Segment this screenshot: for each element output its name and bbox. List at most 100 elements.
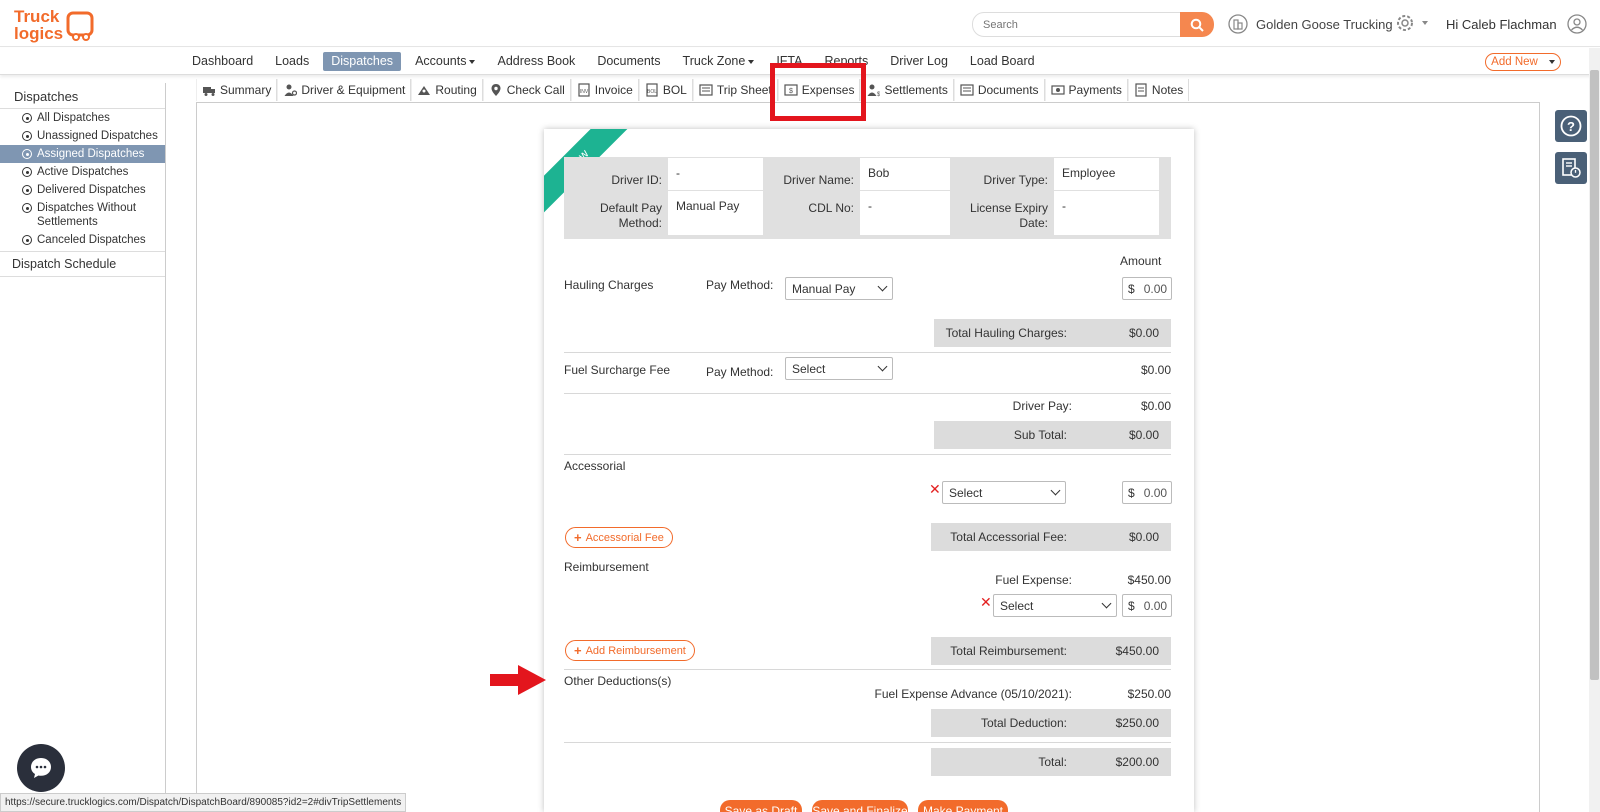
add-new-label: Add New (1491, 56, 1538, 68)
documents-icon (960, 84, 974, 96)
remove-icon[interactable]: ✕ (980, 594, 992, 611)
add-new-button[interactable]: Add New (1485, 53, 1561, 71)
add-accessorial-fee-button[interactable]: + Accessorial Fee (565, 527, 673, 548)
nav-item-address-book[interactable]: Address Book (489, 52, 583, 71)
tab-label: BOL (662, 83, 687, 97)
currency-symbol: $ (1128, 281, 1135, 296)
fuel-surcharge-pay-method-select[interactable]: Select (785, 357, 893, 380)
sidebar-item-dispatch-schedule[interactable]: Dispatch Schedule (0, 251, 165, 277)
tab-routing[interactable]: Routing (411, 79, 483, 101)
tab-summary[interactable]: Summary (196, 79, 278, 101)
building-icon (1228, 14, 1248, 34)
save-as-draft-button[interactable]: Save as Draft (720, 800, 802, 812)
fuel-expense-value: $450.00 (1127, 573, 1171, 587)
nav-item-truck-zone[interactable]: Truck Zone (675, 52, 763, 71)
map-pin-icon (491, 84, 501, 96)
accessorial-select[interactable]: Select (942, 481, 1066, 504)
reimbursement-select[interactable]: Select (993, 594, 1117, 617)
report-button[interactable] (1555, 152, 1587, 184)
nav-item-label: Address Book (497, 54, 576, 68)
tab-check-call[interactable]: Check Call (482, 79, 571, 101)
sidebar-item-label: Delivered Dispatches (37, 184, 146, 196)
tab-settlements[interactable]: $ Settlements (860, 79, 954, 101)
divider (564, 393, 1171, 394)
nav-item-dashboard[interactable]: Dashboard (184, 52, 261, 71)
tab-driver-equipment[interactable]: Driver & Equipment (277, 79, 412, 101)
fuel-expense-label: Fuel Expense: (995, 573, 1072, 587)
tab-label: Summary (220, 83, 272, 97)
chevron-down-icon (469, 59, 476, 64)
sidebar-item-canceled-dispatches[interactable]: Canceled Dispatches (0, 231, 165, 249)
payments-icon (1050, 85, 1065, 95)
sidebar-item-label: Canceled Dispatches (37, 234, 146, 246)
sidebar-item-label: All Dispatches (37, 112, 110, 124)
status-bar-url: https://secure.trucklogics.com/Dispatch/… (0, 793, 407, 812)
settings-menu[interactable] (1395, 13, 1428, 33)
target-circle-icon (22, 131, 32, 141)
tab-trip-sheet[interactable]: Trip Sheet (692, 79, 778, 101)
chevron-down-icon (1548, 60, 1555, 64)
plus-icon: + (574, 643, 582, 658)
total-deduction-bar: Total Deduction: $250.00 (931, 709, 1171, 737)
company-switcher[interactable]: Golden Goose Trucking (1228, 14, 1393, 34)
user-menu[interactable]: Hi Caleb Flachman (1446, 14, 1587, 34)
tab-payments[interactable]: Payments (1044, 79, 1128, 101)
help-icon: ? (1560, 115, 1582, 137)
accessorial-select-value: Select (949, 485, 983, 500)
sidebar-item-all-dispatches[interactable]: All Dispatches (0, 109, 165, 127)
nav-item-loads[interactable]: Loads (267, 52, 317, 71)
document-clock-icon (1562, 158, 1581, 178)
nav-item-accounts[interactable]: Accounts (407, 52, 483, 71)
fuel-surcharge-label: Fuel Surcharge Fee (564, 363, 671, 377)
add-reimbursement-button[interactable]: + Add Reimbursement (565, 640, 695, 661)
help-button[interactable]: ? (1555, 110, 1587, 142)
reimbursement-select-value: Select (1000, 598, 1034, 613)
tab-bol[interactable]: BOL BOL (638, 79, 693, 101)
company-name: Golden Goose Trucking (1256, 16, 1393, 32)
remove-icon[interactable]: ✕ (929, 481, 941, 498)
truck-icon (203, 87, 215, 96)
add-reimbursement-label: Add Reimbursement (585, 644, 686, 657)
driver-name-label: Driver Name: (783, 173, 854, 187)
accessorial-amount-input[interactable]: $ 0.00 (1122, 481, 1172, 504)
sidebar-item-delivered-dispatches[interactable]: Delivered Dispatches (0, 181, 165, 199)
driver-type-value: Employee (1054, 158, 1159, 190)
tab-invoice[interactable]: INV Invoice (570, 79, 639, 101)
sidebar-item-assigned-dispatches[interactable]: Assigned Dispatches (0, 145, 165, 163)
sidebar-item-active-dispatches[interactable]: Active Dispatches (0, 163, 165, 181)
total-accessorial-label: Total Accessorial Fee: (950, 530, 1067, 544)
reimbursement-amount-value: 0.00 (1143, 598, 1168, 613)
nav-item-documents[interactable]: Documents (589, 52, 668, 71)
accessorial-label: Accessorial (564, 459, 626, 473)
bol-icon: BOL (646, 83, 658, 97)
divider (564, 669, 1171, 670)
sidebar-item-dispatches-without-settlements[interactable]: Dispatches Without Settlements (0, 199, 165, 231)
tab-documents[interactable]: Documents (953, 79, 1045, 101)
hauling-amount-input[interactable]: $ 0.00 (1122, 277, 1172, 300)
driver-pay-label: Driver Pay: (1012, 399, 1072, 413)
tab-notes[interactable]: Notes (1127, 79, 1190, 101)
nav-item-dispatches[interactable]: Dispatches (323, 52, 402, 71)
save-and-finalize-button[interactable]: Save and Finalize (812, 800, 908, 812)
reimbursement-amount-input[interactable]: $ 0.00 (1122, 594, 1172, 617)
chat-widget-button[interactable] (17, 744, 65, 792)
total-accessorial-value: $0.00 (1128, 530, 1159, 544)
fuel-expense-advance-label: Fuel Expense Advance (05/10/2021): (874, 687, 1072, 701)
sidebar-title[interactable]: Dispatches (0, 83, 165, 109)
make-payment-button[interactable]: Make Payment (918, 800, 1008, 812)
top-header: Truck logics Golden Goose Trucking Hi Ca… (0, 0, 1600, 47)
trucklogics-logo[interactable]: Truck logics (12, 5, 96, 43)
svg-text:logics: logics (14, 24, 63, 43)
scrollbar-thumb[interactable] (1590, 70, 1599, 680)
search-button[interactable] (1180, 12, 1214, 37)
tab-label: Trip Sheet (716, 83, 772, 97)
sidebar-item-unassigned-dispatches[interactable]: Unassigned Dispatches (0, 127, 165, 145)
nav-item-label: Driver Log (890, 54, 948, 68)
routing-icon (418, 86, 431, 95)
search-input[interactable] (972, 12, 1182, 37)
default-pay-method-label: Default Pay Method: (599, 201, 662, 230)
hauling-pay-method-select[interactable]: Manual Pay (785, 277, 893, 300)
nav-item-driver-log[interactable]: Driver Log (882, 52, 956, 71)
nav-item-load-board[interactable]: Load Board (962, 52, 1043, 71)
cdl-label: CDL No: (808, 201, 854, 215)
